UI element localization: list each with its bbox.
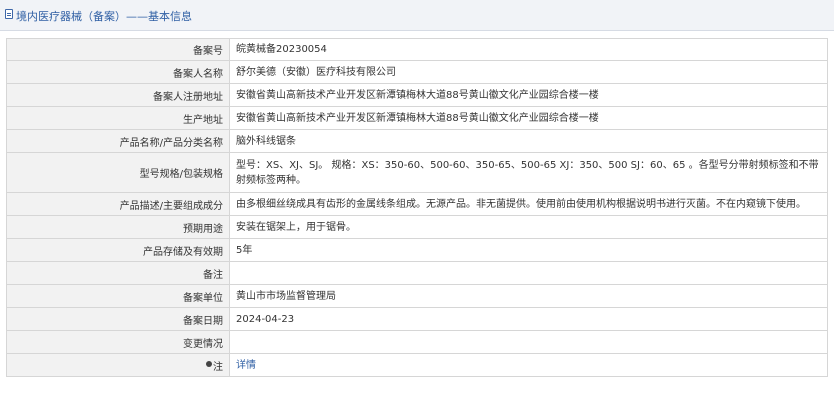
note-value: 详情 — [230, 354, 827, 376]
intended-use: 安装在锯架上，用于锯骨。 — [236, 221, 356, 233]
bulb-icon — [206, 361, 212, 367]
table-row: 备案单位 黄山市市场监督管理局 — [6, 285, 828, 308]
model-spec: 型号：XS、XJ、SJ。 规格：XS：350-60、500-60、350-65、… — [236, 159, 819, 186]
table-row: 变更情况 — [6, 331, 828, 354]
remarks — [230, 262, 827, 284]
table-row: 型号规格/包装规格 型号：XS、XJ、SJ。 规格：XS：350-60、500-… — [6, 153, 828, 193]
registrant-name: 舒尔美德（安徽）医疗科技有限公司 — [236, 66, 396, 78]
table-row: 备注 — [6, 262, 828, 285]
table-row: 预期用途 安装在锯架上，用于锯骨。 — [6, 216, 828, 239]
field-label: 备案人名称 — [7, 61, 230, 83]
field-label: 备案单位 — [7, 285, 230, 307]
storage-validity: 5年 — [236, 244, 253, 256]
record-number: 皖黄械备20230054 — [236, 44, 327, 55]
production-address: 安徽省黄山高新技术产业开发区新潭镇梅林大道88号黄山徽文化产业园综合楼一楼 — [236, 112, 599, 124]
table-row: 生产地址 安徽省黄山高新技术产业开发区新潭镇梅林大道88号黄山徽文化产业园综合楼… — [6, 107, 828, 130]
details-link[interactable]: 详情 — [236, 358, 256, 373]
field-label: 备案日期 — [7, 308, 230, 330]
field-label: 备案人注册地址 — [7, 84, 230, 106]
table-row: 产品名称/产品分类名称 脑外科线锯条 — [6, 130, 828, 153]
field-label: 产品描述/主要组成成分 — [7, 193, 230, 215]
table-row: 备案日期 2024-04-23 — [6, 308, 828, 331]
table-row: 产品存储及有效期 5年 — [6, 239, 828, 262]
table-row: 产品描述/主要组成成分 由多根细丝绕成具有齿形的金属线条组成。无源产品。非无菌提… — [6, 193, 828, 216]
product-name: 脑外科线锯条 — [236, 135, 296, 147]
field-label: 备案号 — [7, 39, 230, 60]
field-label: 备注 — [7, 262, 230, 284]
field-label: 变更情况 — [7, 331, 230, 353]
info-table: 备案号 皖黄械备20230054 备案人名称 舒尔美德（安徽）医疗科技有限公司 … — [6, 38, 828, 377]
document-icon — [5, 9, 13, 19]
table-row: 注 详情 — [6, 354, 828, 377]
field-label: 生产地址 — [7, 107, 230, 129]
page-title: 境内医疗器械（备案）——基本信息 — [16, 10, 192, 23]
change-history — [230, 331, 827, 353]
filing-unit: 黄山市市场监督管理局 — [236, 290, 336, 302]
table-row: 备案人注册地址 安徽省黄山高新技术产业开发区新潭镇梅林大道88号黄山徽文化产业园… — [6, 84, 828, 107]
field-label: 产品存储及有效期 — [7, 239, 230, 261]
product-description: 由多根细丝绕成具有齿形的金属线条组成。无源产品。非无菌提供。使用前由使用机构根据… — [236, 198, 806, 210]
page-header: 境内医疗器械（备案）——基本信息 — [0, 0, 834, 31]
field-label: 预期用途 — [7, 216, 230, 238]
filing-date: 2024-04-23 — [236, 313, 295, 325]
field-label: 型号规格/包装规格 — [7, 153, 230, 192]
table-row: 备案人名称 舒尔美德（安徽）医疗科技有限公司 — [6, 61, 828, 84]
field-label: 产品名称/产品分类名称 — [7, 130, 230, 152]
table-row: 备案号 皖黄械备20230054 — [6, 38, 828, 61]
note-label: 注 — [7, 354, 230, 376]
field-label: 注 — [213, 361, 223, 373]
registrant-address: 安徽省黄山高新技术产业开发区新潭镇梅林大道88号黄山徽文化产业园综合楼一楼 — [236, 89, 599, 101]
